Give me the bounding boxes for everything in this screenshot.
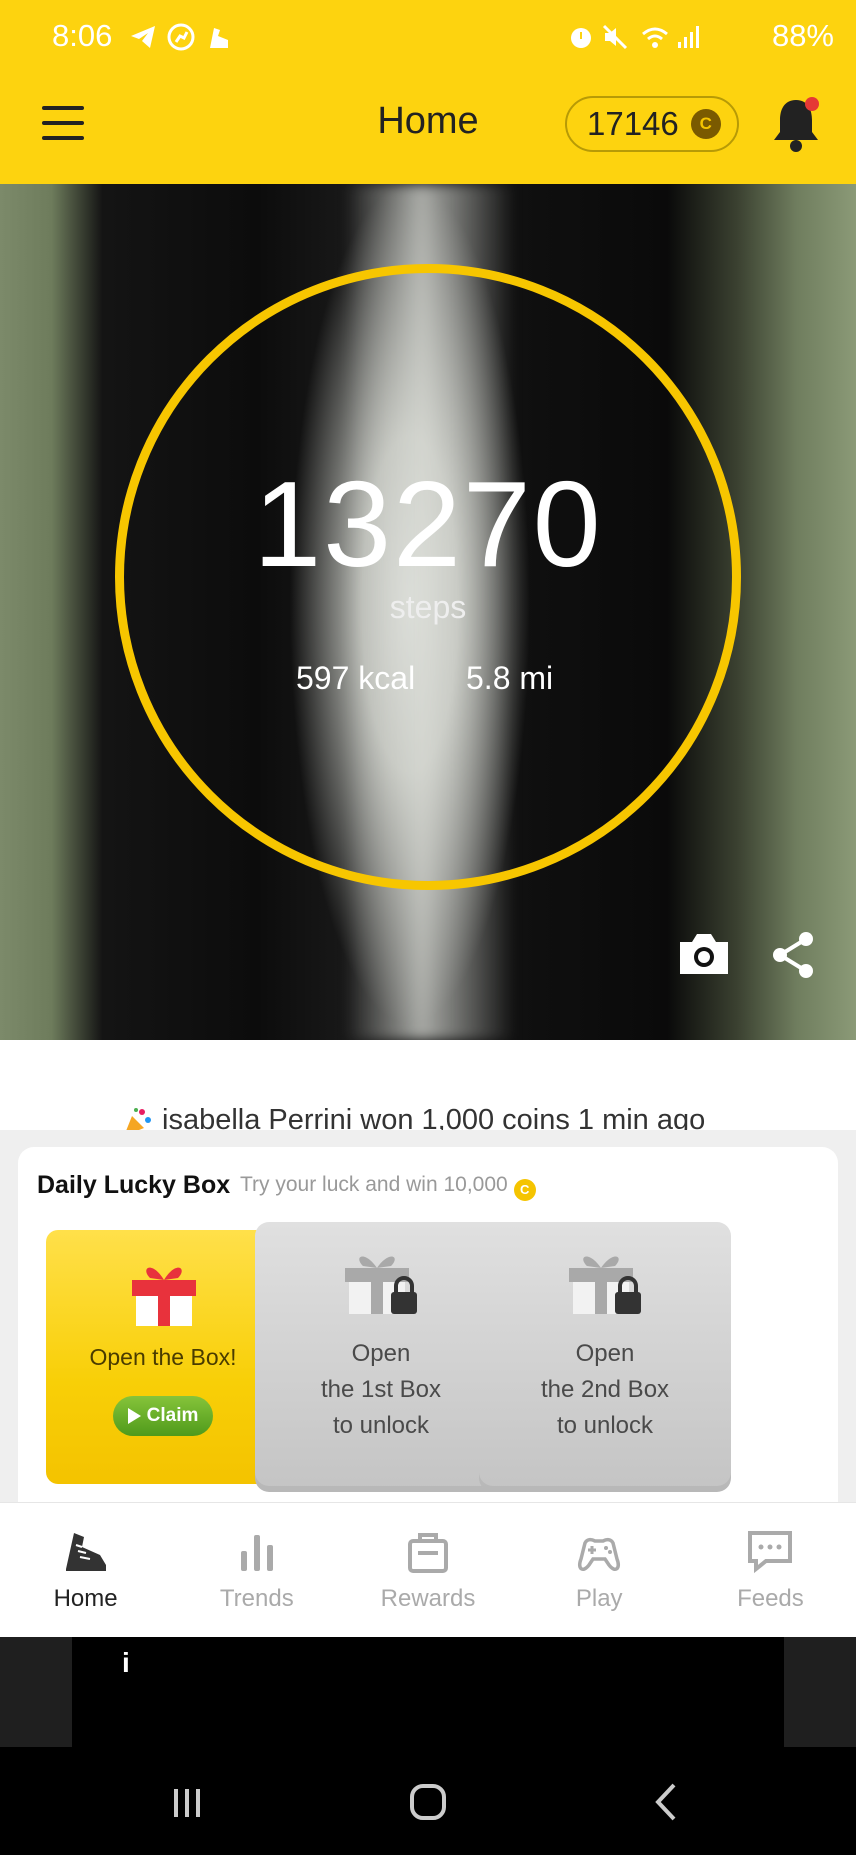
app-header: Home 17146 C [0, 76, 856, 184]
status-bar: 8:06 88% [0, 0, 856, 76]
back-icon[interactable] [644, 1777, 694, 1827]
nav-home[interactable]: Home [0, 1503, 171, 1637]
nav-label: Home [53, 1585, 118, 1612]
daily-lucky-box-card: Daily Lucky Box Try your luck and win 10… [18, 1147, 838, 1502]
lucky-box-title: Daily Lucky Box [37, 1171, 231, 1199]
distance-value: 5.8 mi [466, 660, 554, 696]
notification-dot [805, 97, 819, 111]
step-count: 13270 [253, 456, 603, 592]
nav-rewards[interactable]: Rewards [342, 1503, 513, 1637]
telegram-icon [131, 26, 155, 48]
nav-label: Feeds [737, 1585, 804, 1612]
wifi-icon [642, 27, 668, 48]
locked-gift-icon [569, 1256, 641, 1314]
status-time: 8:06 [52, 18, 113, 53]
nav-trends[interactable]: Trends [171, 1503, 342, 1637]
locked-box-1-label: Open the 1st Box to unlock [320, 1340, 442, 1439]
step-hero-panel: 13270 steps 597 kcal 5.8 mi [0, 184, 856, 1040]
steps-label: steps [389, 589, 467, 625]
play-icon [127, 1408, 141, 1424]
home-icon[interactable] [403, 1777, 453, 1827]
coin-icon: C [513, 1178, 536, 1201]
alarm-icon [571, 28, 591, 48]
gift-icon [132, 1267, 196, 1326]
coin-icon: C [690, 109, 721, 139]
nav-play[interactable]: Play [514, 1503, 685, 1637]
recent-apps-icon[interactable] [162, 1777, 212, 1827]
nav-label: Play [575, 1585, 623, 1612]
signal-icon [678, 26, 699, 48]
bar-chart-icon [240, 1535, 273, 1571]
shoe-app-icon [210, 28, 228, 48]
camera-icon[interactable] [676, 930, 732, 978]
running-app-icon [167, 23, 195, 51]
gamepad-icon [578, 1537, 621, 1571]
lucky-box-subtitle: Try your luck and win 10,000 C [240, 1173, 536, 1201]
bottom-nav: Home Trends Rewards Play Feeds [0, 1502, 856, 1637]
open-box-label: Open the Box! [89, 1344, 237, 1370]
ticker-text: isabella Perrini won 1,000 coins 1 min a… [162, 1104, 706, 1130]
open-box-card[interactable]: Open the Box! Claim [46, 1230, 280, 1484]
locked-gift-icon [345, 1256, 417, 1314]
claim-button[interactable]: Claim [113, 1396, 213, 1436]
coin-balance-button[interactable]: 17146 C [565, 96, 739, 152]
winner-ticker: isabella Perrini won 1,000 coins 1 min a… [0, 1040, 856, 1130]
locked-box-1: Open the 1st Box to unlock [255, 1222, 507, 1492]
nav-label: Trends [219, 1585, 294, 1612]
nav-feeds[interactable]: Feeds [685, 1503, 856, 1637]
sneaker-icon [65, 1533, 106, 1571]
ad-banner[interactable]: i [0, 1637, 856, 1747]
notification-bell-icon[interactable] [768, 92, 824, 156]
battery-percent: 88% [771, 18, 834, 53]
system-nav-bar [0, 1747, 856, 1855]
share-icon[interactable] [770, 930, 818, 980]
coin-balance: 17146 [587, 105, 679, 142]
party-popper-icon [126, 1108, 151, 1130]
mute-icon [602, 24, 628, 50]
locked-box-2: Open the 2nd Box to unlock [479, 1222, 731, 1492]
chat-bubble-icon [748, 1531, 793, 1574]
locked-box-2-label: Open the 2nd Box to unlock [540, 1340, 670, 1439]
shopping-bag-icon [408, 1533, 448, 1573]
calories-value: 597 kcal [296, 660, 416, 696]
nav-label: Rewards [380, 1585, 476, 1612]
app-top-bar: 8:06 88% Home 17146 C [0, 0, 856, 184]
ad-info-icon[interactable]: i [122, 1647, 130, 1679]
